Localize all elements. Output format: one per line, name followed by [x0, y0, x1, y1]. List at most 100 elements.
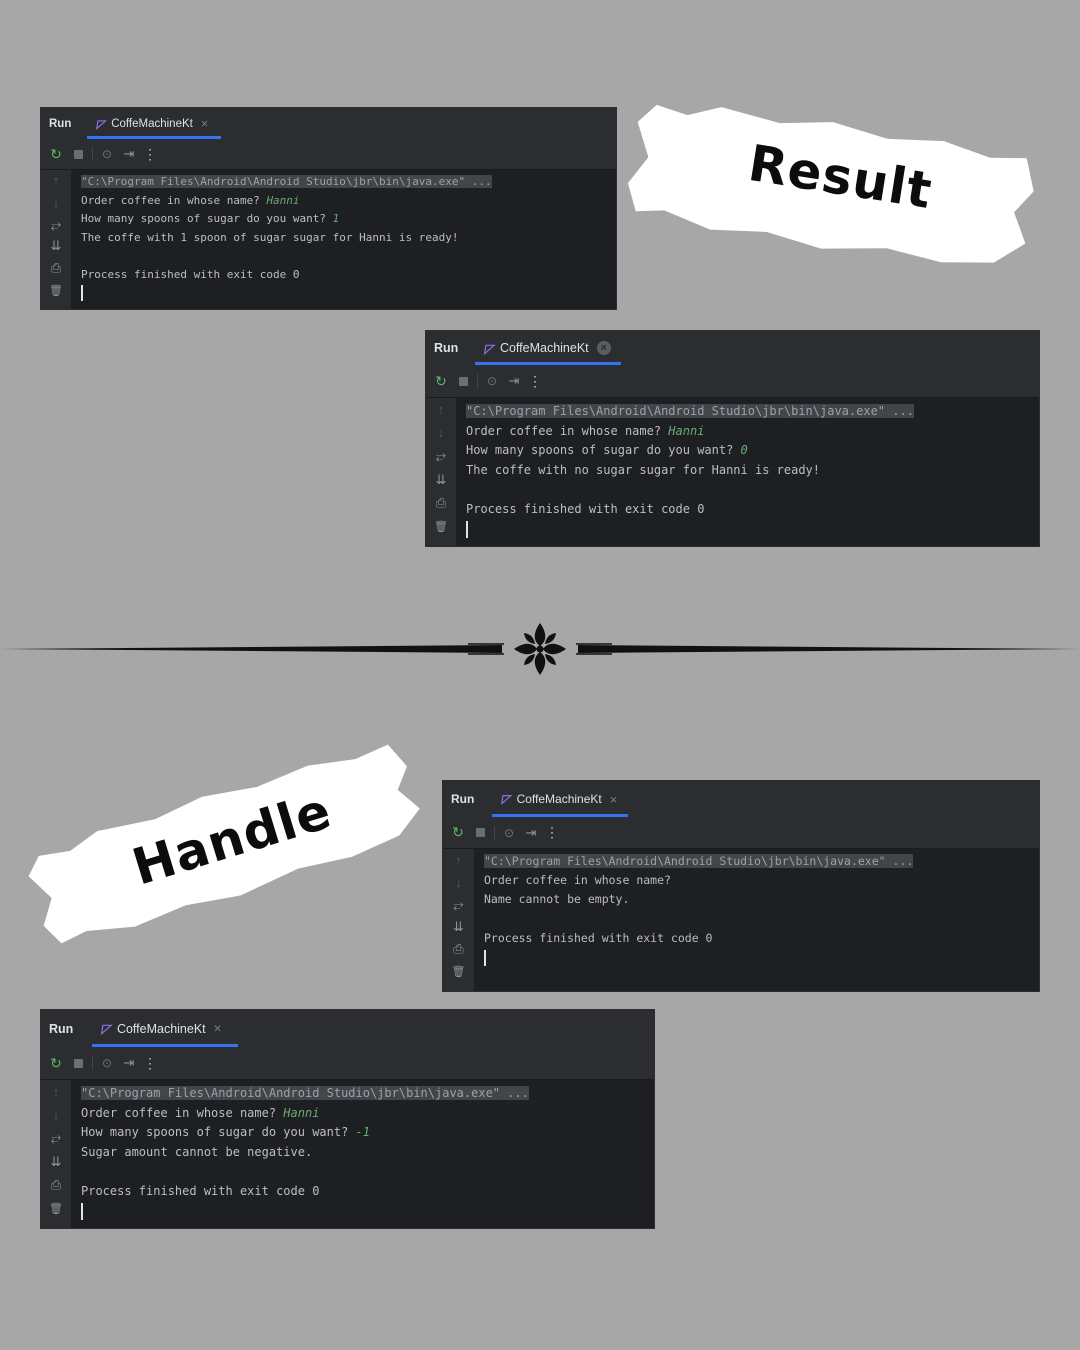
arrow-up-icon[interactable]: ↑ — [41, 170, 71, 192]
stop-icon[interactable] — [455, 376, 471, 386]
close-icon[interactable]: × — [610, 792, 618, 807]
run-console-panel: Run ◸ CoffeMachineKt × ↻ ⊙ ⇥ ⋮ ↑ ↓ ⥂ ⇊ ⎙ 🗑 "C:\Program… — [41, 1010, 654, 1228]
arrow-up-icon[interactable]: ↑ — [443, 849, 474, 871]
arrow-down-icon[interactable]: ↓ — [426, 421, 456, 444]
kotlin-file-icon: ◸ — [101, 1022, 113, 1036]
prompt-text: Order coffee in whose name? — [81, 193, 267, 207]
soft-wrap-icon[interactable]: ⥂ — [443, 894, 474, 916]
toolbar-separator — [494, 825, 495, 840]
run-tool-window-label[interactable]: Run — [49, 1022, 73, 1036]
tab-label: CoffeMachineKt — [116, 1021, 206, 1036]
scroll-to-end-icon[interactable]: ⇊ — [41, 1150, 71, 1173]
command-line-text: "C:\Program Files\Android\Android Studio… — [81, 175, 492, 188]
more-vertical-icon[interactable]: ⋮ — [528, 373, 542, 390]
console-line: Process finished with exit code 0 — [484, 929, 1039, 948]
console-line: "C:\Program Files\Android\Android Studio… — [466, 402, 1039, 422]
rerun-icon[interactable]: ↻ — [48, 146, 64, 163]
print-icon[interactable]: ⎙ — [41, 257, 71, 279]
console-line: "C:\Program Files\Android\Android Studio… — [81, 173, 616, 192]
run-console-panel: Run ◸ CoffeMachineKt × ↻ ⊙ ⇥ ⋮ ↑ ↓ ⥂ ⇊ ⎙ 🗑 "C:\Program… — [426, 331, 1039, 546]
run-tool-window-label[interactable]: Run — [434, 341, 458, 355]
console-input-line[interactable] — [81, 284, 616, 303]
tab-coffemachinekt[interactable]: ◸ CoffeMachineKt × — [92, 1010, 239, 1047]
tab-coffemachinekt[interactable]: ◸ CoffeMachineKt × — [475, 331, 622, 365]
console-input-line[interactable] — [81, 1202, 654, 1222]
close-icon[interactable]: × — [214, 1021, 222, 1036]
console-input-line[interactable] — [484, 948, 1039, 967]
console-gutter: ↑ ↓ ⥂ ⇊ ⎙ 🗑 — [426, 398, 456, 546]
output-text: Process finished with exit code 0 — [466, 501, 705, 516]
rerun-icon[interactable]: ↻ — [48, 1055, 64, 1072]
print-icon[interactable]: ⎙ — [443, 938, 474, 960]
console-toolbar: ↻ ⊙ ⇥ ⋮ — [443, 817, 1039, 849]
trash-icon[interactable]: 🗑 — [443, 961, 474, 983]
soft-wrap-icon[interactable]: ⥂ — [426, 445, 456, 468]
print-icon[interactable]: ⎙ — [426, 491, 456, 514]
toolbar-separator — [92, 147, 93, 161]
close-icon[interactable]: × — [201, 117, 208, 131]
output-text: Sugar amount cannot be negative. — [81, 1144, 313, 1159]
more-vertical-icon[interactable]: ⋮ — [143, 146, 157, 163]
stop-icon[interactable] — [70, 149, 86, 159]
tab-coffemachinekt[interactable]: ◸ CoffeMachineKt × — [492, 781, 629, 817]
console-line: Process finished with exit code 0 — [81, 266, 616, 285]
console-toolbar: ↻ ⊙ ⇥ ⋮ — [426, 365, 1039, 398]
soft-wrap-icon[interactable]: ⥂ — [41, 1127, 71, 1150]
text-caret — [81, 285, 83, 301]
exit-icon[interactable]: ⇥ — [523, 825, 539, 841]
scroll-to-end-icon[interactable]: ⇊ — [41, 235, 71, 257]
tool-window-tab-bar: Run ◸ CoffeMachineKt × — [41, 1010, 654, 1048]
arrow-up-icon[interactable]: ↑ — [41, 1080, 71, 1103]
output-text: Process finished with exit code 0 — [484, 930, 713, 945]
rerun-icon[interactable]: ↻ — [433, 373, 449, 390]
stop-icon[interactable] — [472, 828, 488, 837]
exit-icon[interactable]: ⇥ — [121, 146, 137, 162]
user-input-text: Hanni — [266, 193, 300, 207]
rerun-icon[interactable]: ↻ — [450, 824, 466, 841]
soft-wrap-icon[interactable]: ⥂ — [41, 214, 71, 236]
console-output: "C:\Program Files\Android\Android Studio… — [474, 849, 1039, 991]
stop-icon[interactable] — [70, 1058, 86, 1068]
scroll-to-end-icon[interactable]: ⇊ — [426, 468, 456, 491]
tool-window-tab-bar: Run ◸ CoffeMachineKt × — [443, 781, 1039, 818]
arrow-down-icon[interactable]: ↓ — [41, 192, 71, 214]
output-text: Name cannot be empty. — [484, 892, 630, 907]
screenshot-icon[interactable]: ⊙ — [501, 826, 517, 840]
more-vertical-icon[interactable]: ⋮ — [143, 1055, 157, 1072]
console-output: "C:\Program Files\Android\Android Studio… — [456, 398, 1039, 546]
prompt-text: Order coffee in whose name? — [466, 423, 669, 438]
console-toolbar: ↻ ⊙ ⇥ ⋮ — [41, 1047, 654, 1080]
console-line: Sugar amount cannot be negative. — [81, 1143, 654, 1163]
exit-icon[interactable]: ⇥ — [506, 373, 522, 389]
tab-label: CoffeMachineKt — [516, 792, 602, 806]
console-output: "C:\Program Files\Android\Android Studio… — [71, 170, 616, 309]
console-gutter: ↑ ↓ ⥂ ⇊ ⎙ 🗑 — [41, 1080, 71, 1228]
arrow-up-icon[interactable]: ↑ — [426, 398, 456, 421]
run-console-panel: Run ◸ CoffeMachineKt × ↻ ⊙ ⇥ ⋮ ↑ ↓ ⥂ ⇊ ⎙ 🗑 "C:\Program… — [443, 781, 1039, 991]
screenshot-icon[interactable]: ⊙ — [99, 1056, 115, 1070]
exit-icon[interactable]: ⇥ — [121, 1055, 137, 1071]
trash-icon[interactable]: 🗑 — [426, 515, 456, 538]
console-line: "C:\Program Files\Android\Android Studio… — [484, 852, 1039, 871]
trash-icon[interactable]: 🗑 — [41, 279, 71, 301]
run-tool-window-label[interactable]: Run — [49, 118, 71, 130]
scroll-to-end-icon[interactable]: ⇊ — [443, 916, 474, 938]
more-vertical-icon[interactable]: ⋮ — [545, 824, 559, 841]
console-line: How many spoons of sugar do you want? -1 — [81, 1123, 654, 1143]
arrow-down-icon[interactable]: ↓ — [443, 871, 474, 893]
console-line: How many spoons of sugar do you want? 1 — [81, 210, 616, 229]
run-tool-window-label[interactable]: Run — [451, 792, 474, 806]
tab-coffemachinekt[interactable]: ◸ CoffeMachineKt × — [87, 108, 222, 139]
screenshot-icon[interactable]: ⊙ — [484, 374, 500, 388]
console-input-line[interactable] — [466, 520, 1039, 540]
command-line-text: "C:\Program Files\Android\Android Studio… — [484, 854, 914, 868]
close-icon[interactable]: × — [596, 341, 611, 355]
divider — [0, 623, 1080, 676]
print-icon[interactable]: ⎙ — [41, 1173, 71, 1196]
trash-icon[interactable]: 🗑 — [41, 1197, 71, 1220]
screenshot-icon[interactable]: ⊙ — [99, 147, 115, 161]
stop-square — [73, 1058, 83, 1068]
arrow-down-icon[interactable]: ↓ — [41, 1103, 71, 1126]
text-caret — [81, 1202, 83, 1220]
console-line: Process finished with exit code 0 — [466, 500, 1039, 520]
